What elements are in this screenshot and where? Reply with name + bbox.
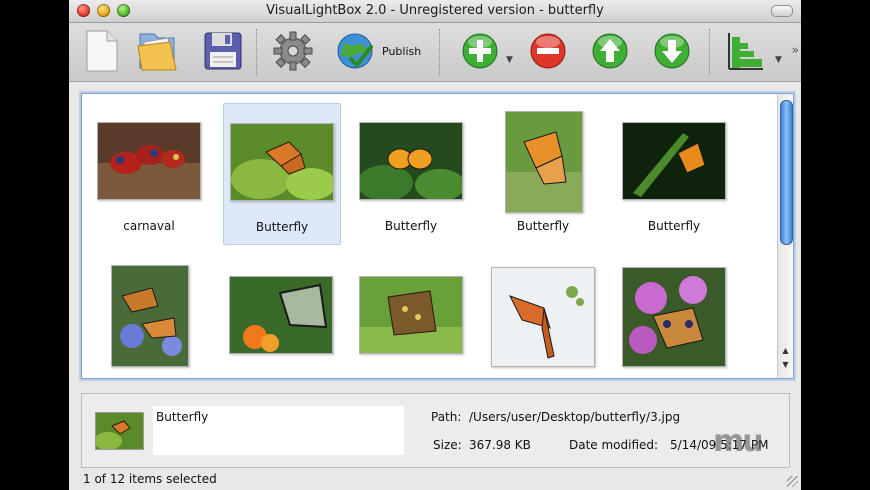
name-field[interactable]: Butterfly (153, 406, 404, 455)
scroll-up-icon[interactable]: ▲ (780, 345, 791, 357)
move-down-button[interactable] (648, 27, 696, 75)
resize-grip-icon[interactable] (787, 476, 798, 487)
gallery-item[interactable] (223, 257, 339, 378)
title-bar: VisualLightBox 2.0 - Unregistered versio… (69, 0, 801, 23)
gallery-item[interactable] (616, 257, 732, 378)
item-label: Butterfly (384, 219, 438, 233)
thumbnail (359, 122, 463, 200)
item-label: Butterfly (516, 219, 570, 233)
thumbnail (505, 111, 583, 213)
thumbnail (491, 267, 595, 367)
toolbar-separator (439, 29, 441, 75)
add-dropdown-arrow[interactable]: ▼ (506, 55, 513, 65)
open-folder-button[interactable] (133, 27, 181, 75)
gallery-item[interactable]: Butterfly (353, 103, 469, 243)
chart-button[interactable] (721, 27, 769, 75)
remove-icon (530, 33, 566, 69)
add-icon (462, 33, 498, 69)
selected-thumbnail (95, 412, 144, 450)
date-modified-label: Date modified: (569, 438, 659, 452)
thumbnail (622, 122, 726, 200)
move-down-icon (654, 33, 690, 69)
move-up-button[interactable] (586, 27, 634, 75)
toolbar-toggle-button[interactable] (771, 5, 793, 17)
toolbar-separator (709, 29, 711, 75)
save-floppy-icon (204, 32, 242, 70)
remove-button[interactable] (524, 27, 572, 75)
info-panel: Butterfly Path: /Users/user/Desktop/butt… (81, 393, 790, 468)
gallery-item[interactable]: Butterfly (485, 103, 601, 243)
chart-dropdown-arrow[interactable]: ▼ (775, 55, 782, 65)
publish-globe-icon (337, 33, 373, 69)
item-label: Butterfly (255, 220, 309, 234)
item-label: Butterfly (647, 219, 701, 233)
publish-label[interactable]: Publish (382, 45, 421, 58)
thumbnail (622, 267, 726, 367)
scrollbar-thumb[interactable] (780, 100, 793, 245)
window-title: VisualLightBox 2.0 - Unregistered versio… (266, 3, 604, 18)
toolbar: Publish ▼ ▼ » (69, 23, 801, 82)
gallery-item[interactable]: carnaval (91, 103, 207, 243)
save-button[interactable] (199, 27, 247, 75)
settings-button[interactable] (269, 27, 317, 75)
gallery-item[interactable] (353, 257, 469, 378)
move-up-icon (592, 33, 628, 69)
status-bar-text: 1 of 12 items selected (83, 472, 217, 486)
thumbnail (230, 123, 334, 201)
add-button[interactable] (456, 27, 504, 75)
publish-button[interactable] (331, 27, 379, 75)
size-value: 367.98 KB (469, 438, 531, 452)
name-value: Butterfly (156, 410, 209, 424)
gallery-item[interactable] (91, 257, 207, 378)
new-document-button[interactable] (77, 27, 125, 75)
gallery-item-selected[interactable]: Butterfly (223, 103, 341, 245)
toolbar-overflow-icon[interactable]: » (792, 43, 799, 57)
thumbnail (97, 122, 201, 200)
gallery-item[interactable]: Butterfly (616, 103, 732, 243)
vertical-scrollbar[interactable]: ▲ ▼ (777, 94, 793, 378)
toolbar-separator (256, 29, 258, 75)
path-value: /Users/user/Desktop/butterfly/3.jpg (469, 410, 681, 424)
app-window: VisualLightBox 2.0 - Unregistered versio… (69, 0, 801, 490)
thumbnail (229, 276, 333, 354)
chart-icon (728, 33, 763, 70)
settings-gear-icon (273, 31, 313, 71)
size-label: Size: (433, 438, 462, 452)
path-label: Path: (431, 410, 462, 424)
gallery-item[interactable] (485, 257, 601, 378)
new-document-icon (86, 30, 118, 72)
thumbnail (111, 265, 189, 367)
thumbnail (359, 276, 463, 354)
watermark-logo: mu (713, 424, 764, 459)
scroll-down-icon[interactable]: ▼ (780, 359, 791, 371)
open-folder-icon (137, 33, 177, 71)
item-label: carnaval (123, 219, 175, 233)
image-gallery[interactable]: carnaval Butterfly Butterfly Butterfly B… (81, 93, 794, 379)
